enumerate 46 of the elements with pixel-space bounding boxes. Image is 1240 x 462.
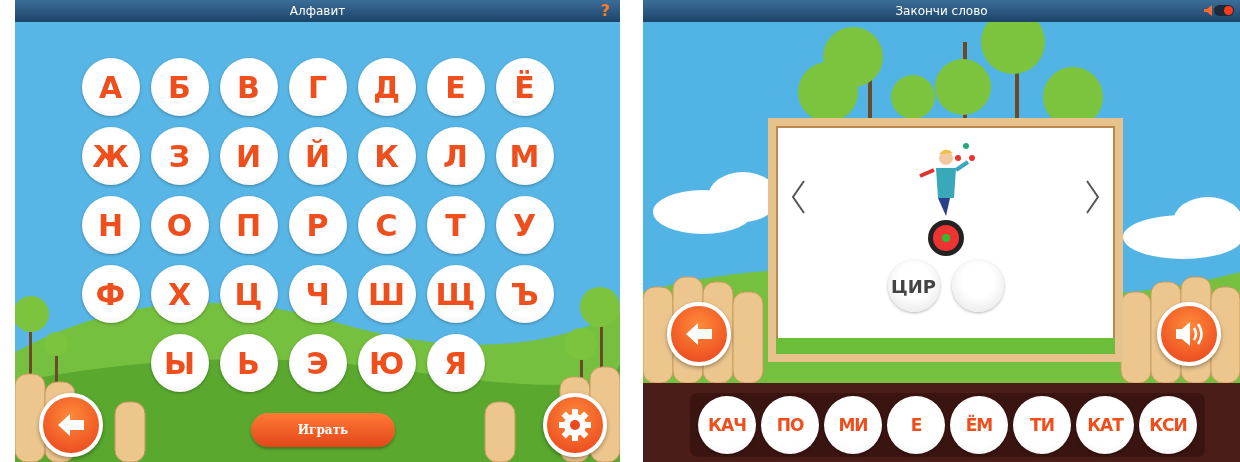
syllable-button[interactable]: КСИ xyxy=(1139,396,1197,454)
letter-button[interactable]: Б xyxy=(150,58,209,116)
syllable-button[interactable]: КАТ xyxy=(1076,396,1134,454)
play-button[interactable]: Играть xyxy=(251,413,395,447)
letter-button[interactable]: Р xyxy=(288,196,347,254)
letter-button[interactable]: С xyxy=(357,196,416,254)
sound-toggle[interactable] xyxy=(1204,5,1234,16)
speaker-icon xyxy=(1204,5,1212,16)
letter-button[interactable]: Ф xyxy=(81,265,140,323)
letter-button[interactable]: А xyxy=(81,58,140,116)
letter-button[interactable]: У xyxy=(495,196,554,254)
syllable-button[interactable]: МИ xyxy=(824,396,882,454)
letter-button[interactable]: Й xyxy=(288,127,347,185)
chevron-left-icon[interactable] xyxy=(790,179,806,215)
chevron-right-icon[interactable] xyxy=(1085,179,1101,215)
letter-button[interactable]: К xyxy=(357,127,416,185)
syllable-button[interactable]: КАЧ xyxy=(698,396,756,454)
letter-button[interactable]: П xyxy=(219,196,278,254)
syllable-button[interactable]: ЁМ xyxy=(950,396,1008,454)
letter-button[interactable]: Щ xyxy=(426,265,485,323)
syllable-button[interactable]: ТИ xyxy=(1013,396,1071,454)
letter-button[interactable]: Ъ xyxy=(495,265,554,323)
letter-button[interactable]: В xyxy=(219,58,278,116)
letter-button[interactable]: Ш xyxy=(357,265,416,323)
letter-button[interactable]: Ж xyxy=(81,127,140,185)
letter-button[interactable]: Н xyxy=(81,196,140,254)
letter-button[interactable]: Л xyxy=(426,127,485,185)
screen-title: Алфавит xyxy=(289,4,346,18)
letter-button[interactable]: Г xyxy=(288,58,347,116)
letter-button[interactable]: М xyxy=(495,127,554,185)
letter-button[interactable]: Ц xyxy=(219,265,278,323)
screen-title: Закончи слово xyxy=(895,4,988,18)
help-button[interactable]: ? xyxy=(600,1,610,20)
letter-button[interactable]: И xyxy=(219,127,278,185)
letter-button[interactable]: Е xyxy=(426,58,485,116)
letter-button[interactable]: Ё xyxy=(495,58,554,116)
settings-icon xyxy=(559,409,591,441)
letter-button[interactable]: Д xyxy=(357,58,416,116)
letter-button[interactable]: Ч xyxy=(288,265,347,323)
letter-button[interactable]: О xyxy=(150,196,209,254)
syllable-button[interactable]: Е xyxy=(887,396,945,454)
syllable-button[interactable]: ПО xyxy=(761,396,819,454)
letter-button[interactable]: З xyxy=(150,127,209,185)
syllable-slot[interactable]: ЦИР xyxy=(887,260,940,312)
letter-button[interactable]: Х xyxy=(150,265,209,323)
letter-button[interactable]: Т xyxy=(426,196,485,254)
